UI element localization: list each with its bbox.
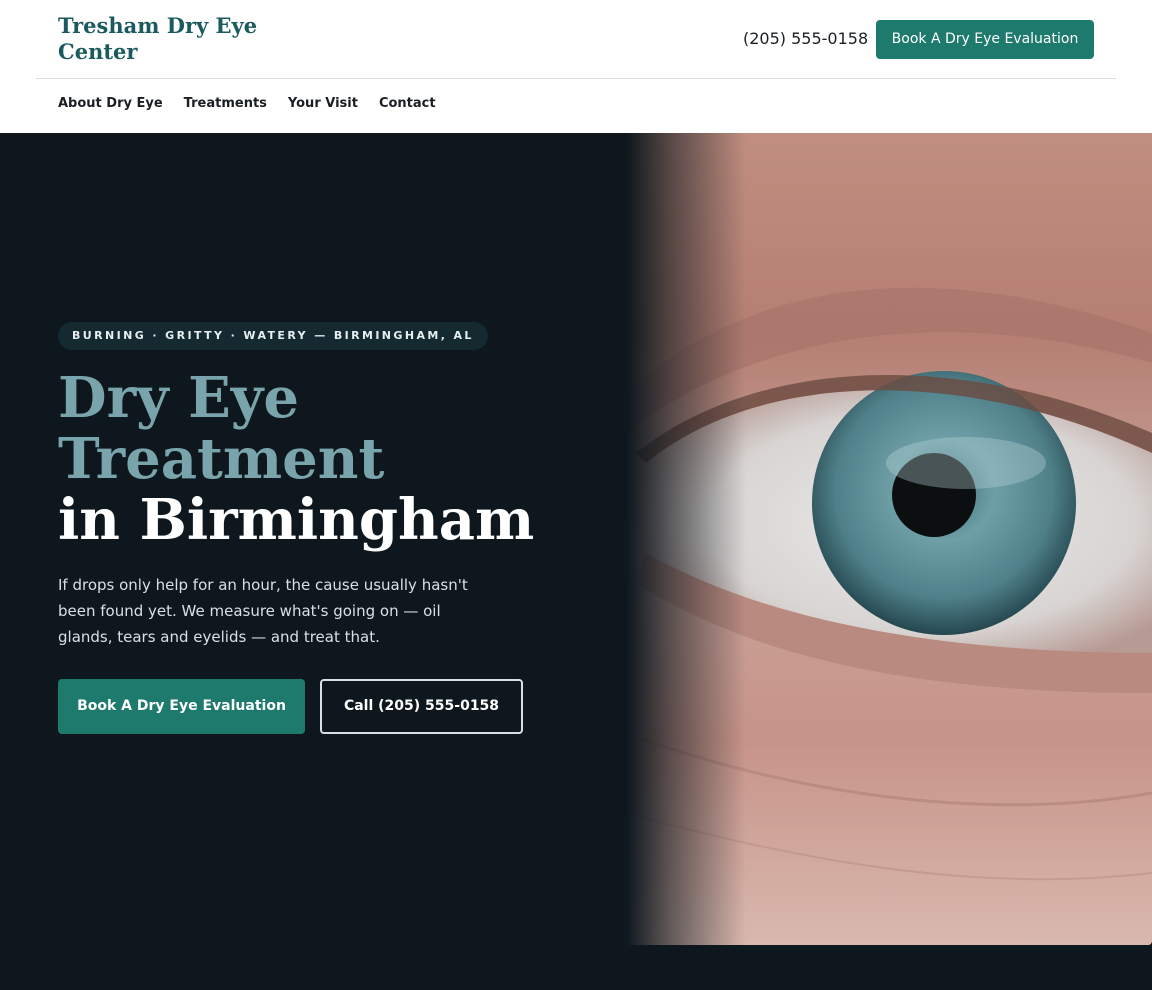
nav-item-your-visit[interactable]: Your Visit	[288, 95, 358, 113]
nav-item-contact[interactable]: Contact	[379, 95, 436, 113]
hero-tagline-badge: BURNING · GRITTY · WATERY — BIRMINGHAM, …	[58, 322, 488, 350]
nav-item-about-dry-eye[interactable]: About Dry Eye	[58, 95, 163, 113]
hero-title-line-1: Dry Eye	[58, 365, 299, 431]
main-nav: About Dry Eye Treatments Your Visit Cont…	[58, 95, 436, 113]
hero-image-fade	[626, 133, 746, 945]
hero-section: BURNING · GRITTY · WATERY — BIRMINGHAM, …	[0, 133, 1152, 990]
nav-item-treatments[interactable]: Treatments	[184, 95, 267, 113]
hero-title: Dry Eye Treatment in Birmingham	[58, 368, 618, 551]
hero-eye-image	[626, 133, 1152, 945]
hero-title-line-3: in Birmingham	[58, 487, 535, 553]
site-header: Tresham Dry Eye Center (205) 555-0158 Bo…	[0, 0, 1152, 133]
hero-book-button[interactable]: Book A Dry Eye Evaluation	[58, 679, 305, 734]
header-book-button[interactable]: Book A Dry Eye Evaluation	[876, 20, 1094, 59]
hero-title-line-2: Treatment	[58, 426, 385, 492]
hero-description: If drops only help for an hour, the caus…	[58, 576, 468, 646]
header-phone-link[interactable]: (205) 555-0158	[743, 29, 868, 49]
header-divider	[36, 78, 1116, 79]
brand-logo[interactable]: Tresham Dry Eye Center	[58, 13, 278, 65]
hero-call-button[interactable]: Call (205) 555-0158	[320, 679, 523, 734]
